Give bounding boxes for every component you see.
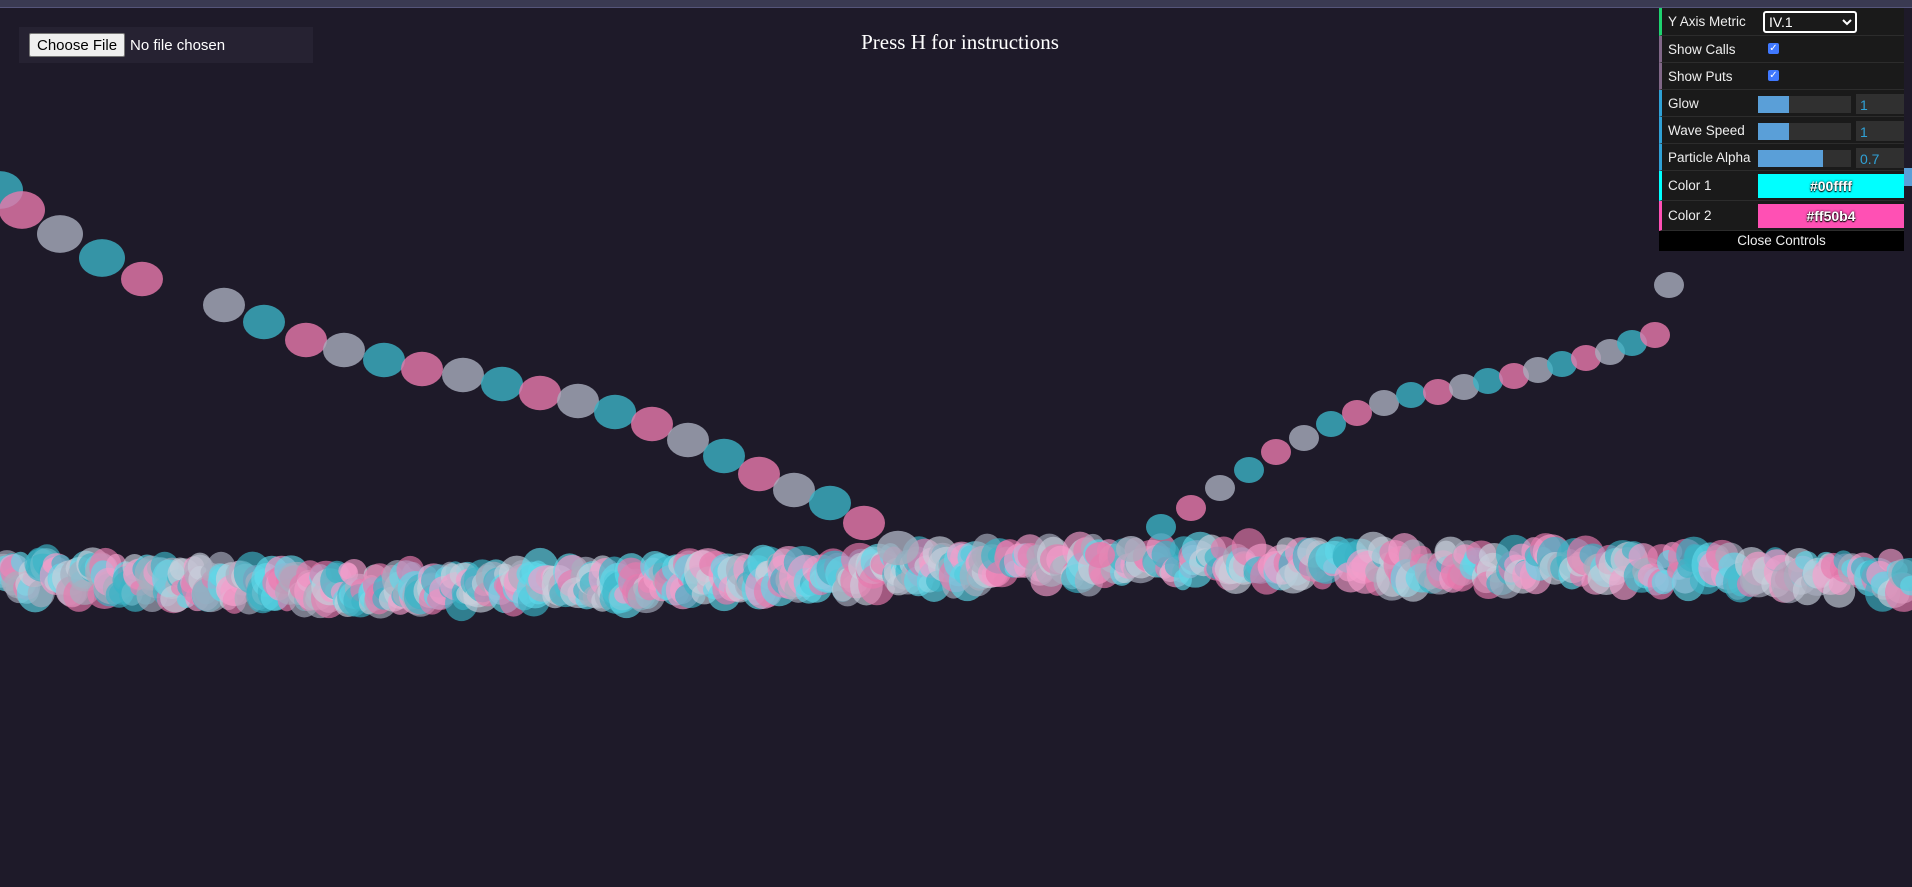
particle <box>203 287 245 323</box>
particle <box>703 438 745 474</box>
show-puts-label: Show Puts <box>1668 68 1733 84</box>
particle <box>285 322 327 358</box>
glow-row: Glow 1 <box>1659 90 1904 117</box>
particle-alpha-value[interactable]: 0.7 <box>1856 148 1904 168</box>
particle <box>1234 457 1264 483</box>
wave-speed-slider-fill <box>1758 123 1789 140</box>
glow-label: Glow <box>1668 95 1699 111</box>
particle <box>877 530 919 566</box>
close-controls-button[interactable]: Close Controls <box>1659 231 1904 251</box>
particle-alpha-label: Particle Alpha <box>1668 149 1751 165</box>
y-axis-metric-row: Y Axis Metric IV.1 <box>1659 8 1904 36</box>
particle <box>79 239 125 277</box>
particle <box>442 357 484 393</box>
instructions-hint: Press H for instructions <box>861 30 1059 54</box>
color1-swatch[interactable]: #00ffff <box>1758 174 1904 198</box>
color1-label: Color 1 <box>1668 178 1712 193</box>
particle <box>363 342 405 378</box>
particle-alpha-slider-fill <box>1758 150 1824 167</box>
particle <box>1146 514 1176 540</box>
particle <box>37 215 83 253</box>
glow-value[interactable]: 1 <box>1856 94 1904 114</box>
particle <box>557 383 599 419</box>
show-calls-checkbox[interactable]: ✓ <box>1768 43 1779 54</box>
particle <box>1640 322 1670 348</box>
wave-speed-value[interactable]: 1 <box>1856 121 1904 141</box>
particle <box>1316 411 1346 437</box>
particle <box>1205 475 1235 501</box>
wave-speed-row: Wave Speed 1 <box>1659 117 1904 144</box>
particle <box>1396 382 1426 408</box>
particle-alpha-slider[interactable] <box>1758 150 1851 167</box>
color2-label: Color 2 <box>1668 208 1712 223</box>
particle-visualization <box>0 171 1912 622</box>
particle <box>594 394 636 430</box>
particle <box>243 304 285 340</box>
particle <box>323 332 365 368</box>
particle <box>481 366 523 402</box>
particle <box>1289 425 1319 451</box>
particle <box>0 191 45 229</box>
particle <box>1116 536 1146 562</box>
show-calls-label: Show Calls <box>1668 41 1736 57</box>
color2-swatch[interactable]: #ff50b4 <box>1758 204 1904 228</box>
particle <box>1176 495 1206 521</box>
particle <box>519 375 561 411</box>
particle <box>1342 400 1372 426</box>
particle <box>1423 379 1453 405</box>
particle <box>843 505 885 541</box>
particle <box>773 472 815 508</box>
panel-scroll-handle[interactable] <box>1904 168 1912 186</box>
show-calls-row: Show Calls ✓ <box>1659 36 1904 63</box>
wave-speed-label: Wave Speed <box>1668 122 1745 138</box>
particle-alpha-row: Particle Alpha 0.7 <box>1659 144 1904 171</box>
particle <box>631 406 673 442</box>
particle <box>1085 542 1115 568</box>
particle <box>121 261 163 297</box>
color1-row: Color 1 #00ffff <box>1659 171 1904 201</box>
y-axis-metric-select[interactable]: IV.1 <box>1763 11 1857 33</box>
particle <box>401 351 443 387</box>
y-axis-metric-label: Y Axis Metric <box>1668 14 1746 29</box>
controls-panel: Y Axis Metric IV.1 Show Calls ✓ Show Put… <box>1659 8 1904 251</box>
particle <box>1473 368 1503 394</box>
glow-slider[interactable] <box>1758 96 1851 113</box>
glow-slider-fill <box>1758 96 1789 113</box>
particle <box>1654 272 1684 298</box>
wave-speed-slider[interactable] <box>1758 123 1851 140</box>
particle <box>1369 390 1399 416</box>
particle <box>667 422 709 458</box>
particle <box>1261 439 1291 465</box>
particle <box>809 485 851 521</box>
show-puts-row: Show Puts ✓ <box>1659 63 1904 90</box>
show-puts-checkbox[interactable]: ✓ <box>1768 70 1779 81</box>
color2-row: Color 2 #ff50b4 <box>1659 201 1904 231</box>
